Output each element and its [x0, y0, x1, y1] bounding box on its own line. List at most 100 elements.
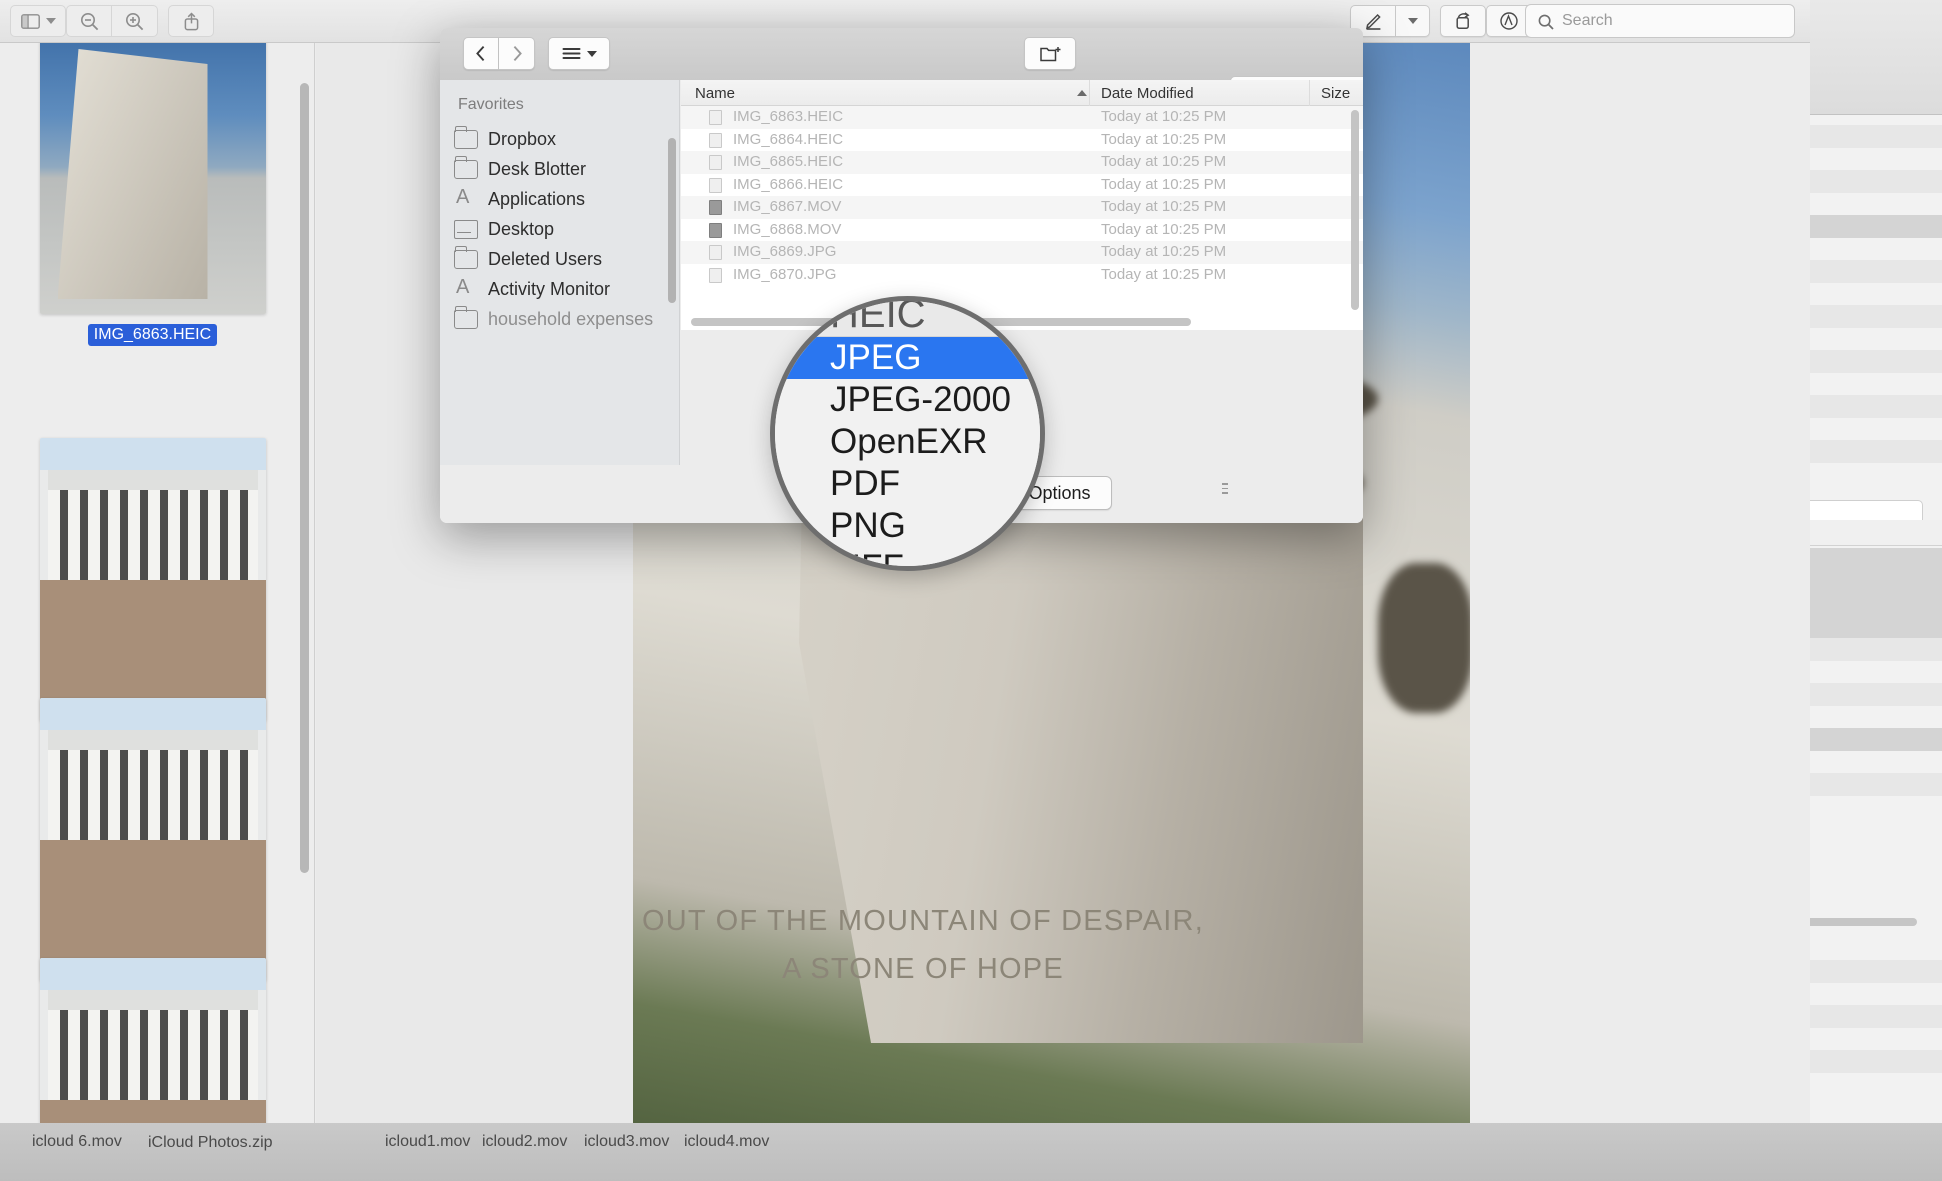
folder-icon [454, 250, 478, 269]
file-date-cell: Today at 10:25 PM [1101, 196, 1226, 219]
column-header-name[interactable]: Name [695, 85, 735, 102]
share-button[interactable] [168, 5, 214, 37]
sidebar-item-household-expenses[interactable]: household expenses [454, 304, 680, 334]
sidebar-item-label: Activity Monitor [488, 279, 610, 300]
sidebar-item-desktop[interactable]: Desktop [454, 214, 680, 244]
format-option-jpeg-2000[interactable]: JPEG-2000 [775, 379, 1045, 421]
dialog-toolbar: iCloud Photos Search [440, 28, 1363, 80]
file-name-cell: IMG_6863.HEIC [733, 106, 843, 129]
column-header-date-modified[interactable]: Date Modified [1101, 85, 1194, 102]
dialog-sidebar[interactable]: Favorites Dropbox Desk Blotter Application… [440, 80, 680, 465]
file-list-row[interactable]: IMG_6869.JPG Today at 10:25 PM [681, 241, 1363, 264]
share-icon [183, 12, 200, 31]
file-date-cell: Today at 10:25 PM [1101, 174, 1226, 197]
preview-search-input[interactable]: Search [1525, 4, 1795, 38]
desktop-file-item[interactable]: icloud2.mov [482, 1133, 567, 1151]
preview-thumbnail-sidebar[interactable]: IMG_6863.HEICIMG_6864.HEICIMG_6865.HEICI… [0, 43, 315, 1155]
file-date-cell: Today at 10:25 PM [1101, 219, 1226, 242]
desktop-file-item[interactable]: iCloud Photos.zip [148, 1133, 258, 1152]
sidebar-item-applications[interactable]: Applications [454, 184, 680, 214]
dialog-new-folder-icon-button[interactable] [1024, 37, 1076, 70]
file-list-row[interactable]: IMG_6864.HEIC Today at 10:25 PM [681, 129, 1363, 152]
file-date-cell: Today at 10:25 PM [1101, 151, 1226, 174]
rotate-button[interactable] [1440, 5, 1486, 37]
markup-options-button[interactable] [1396, 5, 1430, 37]
mlk-memorial-photo [40, 43, 266, 314]
sidebar-item-label: household expenses [488, 309, 653, 330]
desktop-file-item[interactable]: icloud4.mov [684, 1133, 769, 1151]
dialog-resize-grip[interactable] [1222, 483, 1228, 497]
file-name-cell: IMG_6864.HEIC [733, 129, 843, 152]
chevron-down-icon [587, 51, 597, 57]
desktop-file-item[interactable]: icloud3.mov [584, 1133, 669, 1151]
sidebar-item-dropbox[interactable]: Dropbox [454, 124, 680, 154]
file-name-cell: IMG_6869.JPG [733, 241, 836, 264]
column-header-size[interactable]: Size [1321, 85, 1350, 102]
folder-icon [454, 310, 478, 329]
dialog-forward-button[interactable] [499, 37, 535, 70]
format-dropdown-magnifier: HEIC JPEGJPEG-2000OpenEXRPDFPNGTIFF [770, 296, 1045, 571]
zoom-out-button[interactable] [66, 5, 112, 37]
rotate-icon [1454, 12, 1472, 30]
heic-file-icon [709, 155, 722, 170]
zoom-in-button[interactable] [112, 5, 158, 37]
folder-icon [454, 160, 478, 179]
dialog-file-rows: IMG_6863.HEICToday at 10:25 PMIMG_6864.H… [681, 106, 1363, 286]
sidebar-item-label: Applications [488, 189, 585, 210]
chevron-right-icon [511, 45, 523, 62]
desktop-file-item[interactable]: icloud1.mov [385, 1133, 470, 1151]
sidebar-item-deleted-users[interactable]: Deleted Users [454, 244, 680, 274]
photo-engraving-line-2: A STONE OF HOPE [633, 953, 1373, 986]
dialog-view-mode-button[interactable] [548, 37, 610, 70]
format-option-heic-partial[interactable]: HEIC [775, 296, 1045, 337]
sidebar-item-desk-blotter[interactable]: Desk Blotter [454, 154, 680, 184]
format-option-pdf[interactable]: PDF [775, 463, 1045, 505]
desktop-file-item[interactable]: icloud 6.mov [32, 1133, 122, 1151]
new-folder-icon [1040, 45, 1061, 62]
photo-engraving-line-1: OUT OF THE MOUNTAIN OF DESPAIR, [633, 905, 1373, 938]
sidebar-item-activity-monitor[interactable]: Activity Monitor [454, 274, 680, 304]
format-option-jpeg[interactable]: JPEG [775, 337, 1045, 379]
desktop-icon [454, 220, 478, 239]
file-date-cell: Today at 10:25 PM [1101, 129, 1226, 152]
thumbnail-item[interactable]: IMG_6863.HEIC [0, 43, 305, 346]
file-list-row[interactable]: IMG_6868.MOVToday at 10:25 PM [681, 219, 1363, 242]
file-date-cell: Today at 10:25 PM [1101, 264, 1226, 287]
heic-file-icon [709, 178, 722, 193]
file-list-row[interactable]: IMG_6863.HEICToday at 10:25 PM [681, 106, 1363, 129]
zoom-in-icon [125, 12, 144, 31]
applications-icon [454, 280, 478, 299]
format-option-openexr[interactable]: OpenEXR [775, 421, 1045, 463]
markup-pen-icon [1365, 13, 1382, 30]
dialog-back-button[interactable] [463, 37, 499, 70]
folder-icon [454, 130, 478, 149]
file-name-cell: IMG_6865.HEIC [733, 151, 843, 174]
dialog-file-list[interactable]: Name Date Modified Size IMG_6863.HEICTod… [681, 80, 1363, 330]
magnified-format-dropdown[interactable]: HEIC JPEGJPEG-2000OpenEXRPDFPNGTIFF [775, 301, 1045, 571]
chevron-down-icon [46, 18, 56, 24]
sidebar-toggle-button[interactable] [10, 5, 66, 37]
file-name-cell: IMG_6866.HEIC [733, 174, 843, 197]
desktop-file-strip: icloud 6.mov iCloud Photos.zip icloud1.m… [0, 1123, 1942, 1181]
file-list-row[interactable]: IMG_6870.JPGToday at 10:25 PM [681, 264, 1363, 287]
file-date-cell: Today at 10:25 PM [1101, 241, 1226, 264]
file-name-cell: IMG_6867.MOV [733, 196, 841, 219]
applications-icon [454, 190, 478, 209]
dialog-file-list-header[interactable]: Name Date Modified Size [681, 80, 1363, 106]
file-list-row[interactable]: IMG_6865.HEIC Today at 10:25 PM [681, 151, 1363, 174]
dialog-sidebar-section-title: Favorites [458, 96, 524, 114]
sidebar-item-label: Desk Blotter [488, 159, 586, 180]
file-list-row[interactable]: IMG_6866.HEIC Today at 10:25 PM [681, 174, 1363, 197]
chevron-up-icon [1077, 90, 1087, 96]
dialog-sidebar-scrollbar[interactable] [668, 138, 676, 303]
file-list-vertical-scrollbar[interactable] [1351, 110, 1359, 310]
file-list-row[interactable]: IMG_6867.MOV Today at 10:25 PM [681, 196, 1363, 219]
sidebar-item-label: Deleted Users [488, 249, 602, 270]
zoom-out-icon [80, 12, 99, 31]
jpg-file-icon [709, 245, 722, 260]
preview-sidebar-scrollbar[interactable] [300, 83, 309, 873]
format-option-png[interactable]: PNG [775, 505, 1045, 547]
chevron-left-icon [475, 45, 487, 62]
lincoln-memorial-photo [40, 438, 266, 721]
mov-file-icon [709, 200, 722, 215]
